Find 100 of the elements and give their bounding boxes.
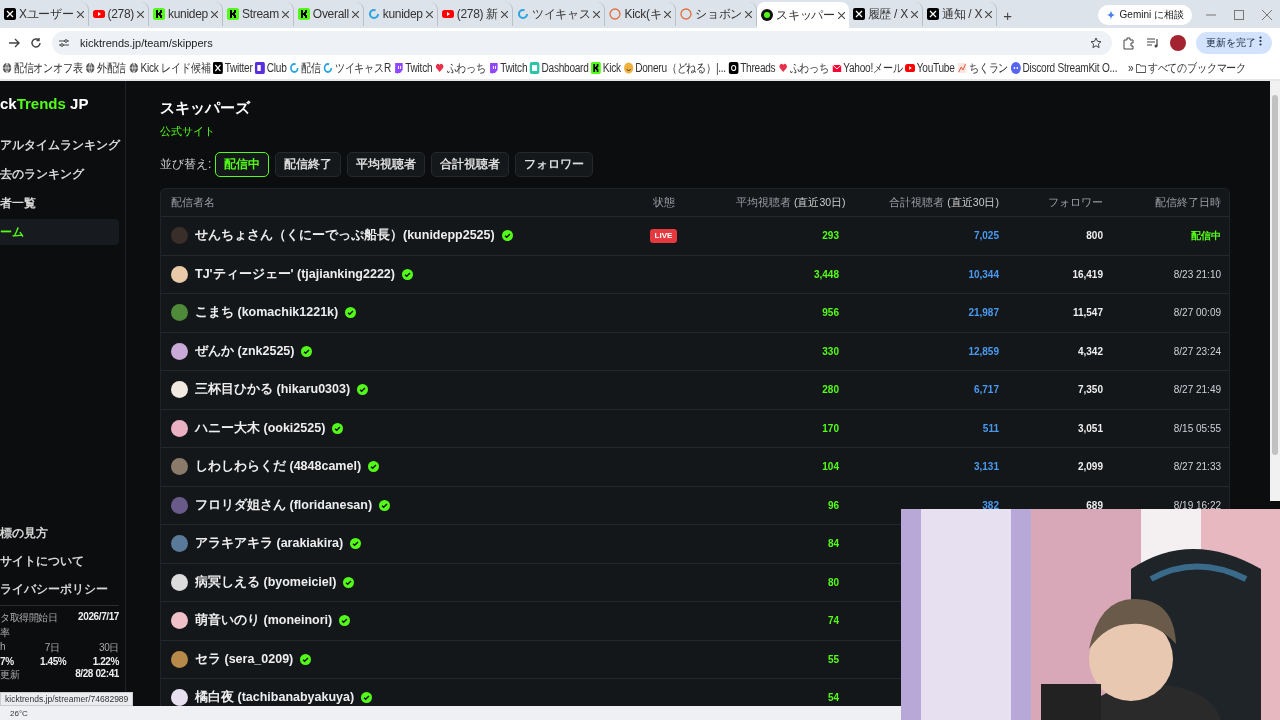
- bookmark[interactable]: ちくラン: [957, 59, 1009, 77]
- avatar-icon[interactable]: [1170, 34, 1187, 51]
- stat-value: 8/28 02:41: [75, 668, 119, 681]
- site-logo[interactable]: ckTrends JP: [0, 95, 119, 112]
- browser-tab[interactable]: スキッパー: [757, 2, 849, 28]
- streamer-name[interactable]: こまち (komachik1221k): [195, 304, 339, 322]
- scrollbar[interactable]: [1270, 81, 1280, 501]
- end-time: 8/15 05:55: [1172, 422, 1222, 434]
- close-icon[interactable]: [910, 10, 918, 18]
- forward-icon[interactable]: [8, 36, 20, 49]
- avatar: [171, 265, 188, 283]
- close-icon[interactable]: [281, 10, 289, 18]
- site-info-icon[interactable]: [58, 36, 70, 49]
- streamer-name[interactable]: 萌音いのり (moneinori): [195, 612, 333, 630]
- footer-link[interactable]: ライバシーポリシー: [0, 575, 119, 603]
- address-bar[interactable]: kicktrends.jp/team/skippers: [52, 30, 1113, 55]
- nav-item[interactable]: アルタイムランキング: [0, 132, 119, 158]
- streamer-name[interactable]: セラ (sera_0209): [195, 650, 294, 668]
- column-header[interactable]: 配信終了日時: [1113, 195, 1231, 210]
- update-button[interactable]: 更新を完了: [1196, 31, 1272, 54]
- streamer-name[interactable]: 三杯目ひかる (hikaru0303): [195, 381, 351, 399]
- close-icon[interactable]: [593, 10, 601, 18]
- bookmark[interactable]: 外配信: [85, 59, 127, 77]
- bookmark[interactable]: ツイキャスR: [323, 59, 391, 77]
- streamer-name[interactable]: 橘白夜 (tachibanabyakuya): [195, 689, 355, 706]
- star-icon[interactable]: [1090, 36, 1103, 49]
- close-icon[interactable]: [664, 10, 672, 18]
- column-header[interactable]: フォロワー: [1009, 195, 1113, 210]
- streamer-name[interactable]: 病冥しえる (byomeiciel): [195, 573, 337, 591]
- followers: 16,419: [1071, 268, 1104, 280]
- footer-link[interactable]: サイトについて: [0, 547, 119, 575]
- streamer-name[interactable]: せんちょさん（くにーでっぷ船長）(kunidepp2525): [195, 227, 495, 245]
- bookmark[interactable]: ふわっち: [434, 59, 486, 77]
- close-icon[interactable]: [425, 10, 433, 18]
- browser-tab[interactable]: Kick(キ: [605, 2, 677, 26]
- column-header[interactable]: 状態: [591, 195, 736, 210]
- bookmark[interactable]: ふわっち: [777, 59, 829, 77]
- column-header[interactable]: 合計視聴者 (直近30日): [849, 195, 1009, 210]
- sort-button[interactable]: フォロワー: [515, 152, 594, 177]
- browser-tab[interactable]: Overall: [293, 2, 364, 26]
- browser-tab[interactable]: Xユーザー: [0, 2, 89, 26]
- browser-tab[interactable]: 通知 / X: [922, 2, 998, 26]
- sort-button[interactable]: 配信終了: [275, 152, 342, 177]
- bookmark[interactable]: Discord StreamKit O...: [1010, 61, 1118, 75]
- reload-icon[interactable]: [30, 36, 42, 49]
- streamer-name[interactable]: アラキアキラ (arakiakira): [195, 535, 344, 553]
- close-icon[interactable]: [137, 10, 145, 18]
- bookmark[interactable]: 配信: [289, 59, 321, 77]
- more-bookmarks-button[interactable]: »: [1128, 61, 1134, 75]
- close-icon[interactable]: [500, 10, 508, 18]
- media-icon[interactable]: [1146, 35, 1161, 50]
- browser-tab[interactable]: (278) 新: [437, 2, 513, 26]
- close-icon[interactable]: [745, 10, 753, 18]
- bookmark[interactable]: Kick: [591, 61, 621, 75]
- bookmark[interactable]: Twitter: [212, 61, 253, 75]
- bookmark[interactable]: Twitch: [488, 61, 528, 75]
- sort-button[interactable]: 配信中: [215, 152, 270, 177]
- bookmark[interactable]: Doneru（どねる）|...: [623, 59, 726, 77]
- official-site-link[interactable]: 公式サイト: [160, 124, 215, 139]
- bookmark[interactable]: Club: [255, 61, 287, 75]
- streamer-name[interactable]: ハニー大木 (ooki2525): [195, 419, 326, 437]
- total-viewers: 511: [981, 422, 1000, 434]
- bookmark[interactable]: Twitch: [393, 61, 433, 75]
- browser-tab[interactable]: 履歴 / X: [848, 2, 923, 26]
- streamer-name[interactable]: ぜんか (znk2525): [195, 342, 295, 360]
- close-icon[interactable]: [837, 11, 845, 19]
- close-icon[interactable]: [351, 10, 359, 18]
- streamer-name[interactable]: TJ'ティージェー' (tjajianking2222): [195, 265, 395, 283]
- streamer-name[interactable]: フロリダ姐さん (floridanesan): [195, 496, 373, 514]
- verified-icon: [379, 499, 391, 511]
- new-tab-button[interactable]: +: [997, 7, 1018, 24]
- bookmark[interactable]: YouTube: [904, 61, 955, 75]
- sort-button[interactable]: 合計視聴者: [431, 152, 510, 177]
- browser-tab[interactable]: kunidep: [363, 2, 438, 26]
- column-header[interactable]: 平均視聴者 (直近30日): [736, 195, 849, 210]
- gemini-button[interactable]: Gemini に相談: [1097, 5, 1192, 25]
- footer-link[interactable]: 標の見方: [0, 519, 119, 547]
- nav-item[interactable]: 去のランキング: [0, 161, 119, 187]
- nav-item[interactable]: ーム: [0, 219, 119, 245]
- column-header[interactable]: 配信者名: [161, 195, 591, 210]
- bookmark[interactable]: Threads: [728, 61, 776, 75]
- all-bookmarks-button[interactable]: すべてのブックマーク: [1136, 59, 1247, 77]
- streamer-name[interactable]: しわしわらくだ (4848camel): [195, 458, 362, 476]
- scrollbar-thumb[interactable]: [1272, 95, 1278, 455]
- close-icon[interactable]: [210, 10, 218, 18]
- maximize-icon[interactable]: [1234, 10, 1244, 20]
- bookmark[interactable]: Dashboard: [529, 61, 589, 75]
- bookmark[interactable]: 配信オンオフ表: [2, 59, 83, 77]
- browser-tab[interactable]: Stream: [222, 2, 294, 26]
- browser-tab[interactable]: kunidep: [149, 2, 223, 26]
- close-icon[interactable]: [985, 10, 993, 18]
- bookmark[interactable]: Yahoo!メール: [831, 59, 903, 77]
- extensions-icon[interactable]: [1122, 35, 1137, 50]
- average-viewers: 96: [826, 499, 840, 511]
- browser-tab[interactable]: ツイキャス: [512, 2, 606, 26]
- close-icon[interactable]: [76, 10, 84, 18]
- nav-item[interactable]: 者一覧: [0, 190, 119, 216]
- sort-button[interactable]: 平均視聴者: [347, 152, 426, 177]
- browser-tab[interactable]: (278): [88, 2, 150, 26]
- bookmark[interactable]: Kick レイド候補: [128, 59, 211, 77]
